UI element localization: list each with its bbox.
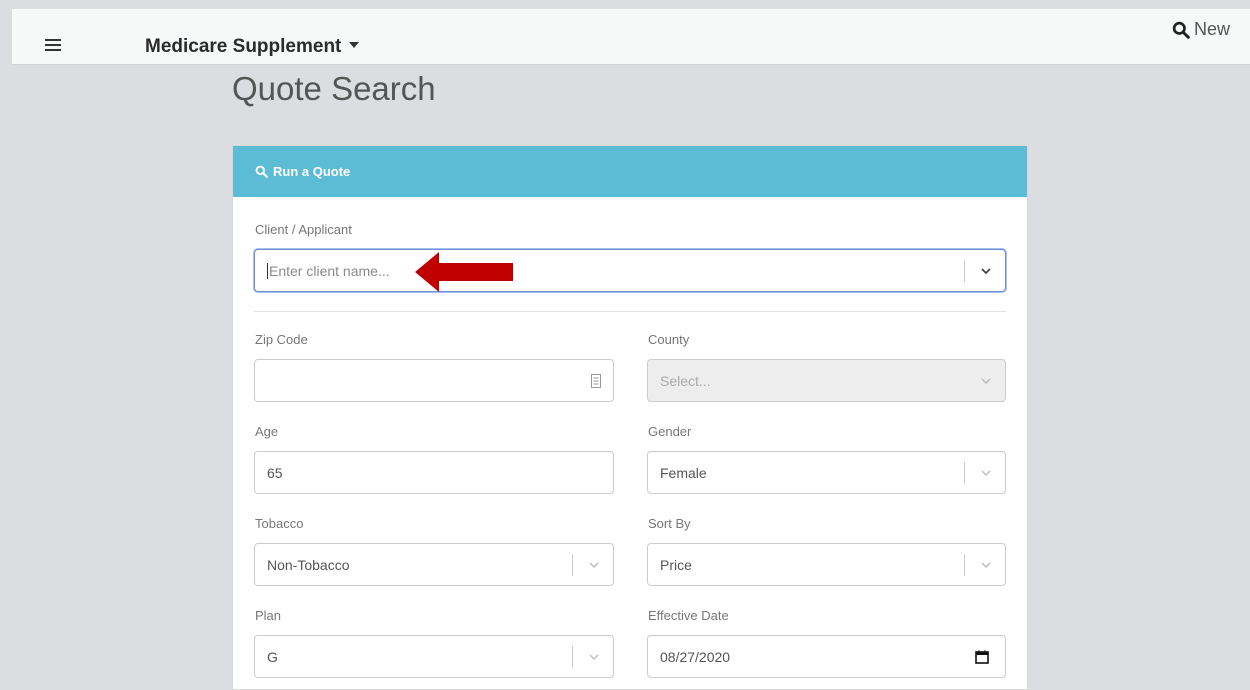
- top-navbar: Medicare Supplement New: [12, 9, 1250, 65]
- panel-header: Run a Quote: [233, 146, 1027, 197]
- search-icon: [255, 165, 268, 178]
- separator: [964, 462, 965, 484]
- divider: [254, 311, 1006, 312]
- tobacco-value: Non-Tobacco: [267, 556, 350, 573]
- app-title: Medicare Supplement: [145, 36, 342, 57]
- gender-label: Gender: [648, 424, 692, 439]
- age-label: Age: [255, 424, 279, 439]
- chevron-down-icon[interactable]: [979, 264, 993, 278]
- separator: [964, 260, 965, 282]
- zip-label: Zip Code: [255, 332, 308, 347]
- run-quote-panel: Run a Quote Client / Applicant Enter cli…: [232, 145, 1028, 690]
- separator: [572, 646, 573, 668]
- text-cursor: [267, 262, 268, 279]
- separator: [572, 554, 573, 576]
- new-search-button[interactable]: New: [1172, 19, 1230, 40]
- gender-select[interactable]: Female: [647, 451, 1006, 494]
- search-icon: [1172, 21, 1190, 39]
- county-select[interactable]: Select...: [647, 359, 1006, 402]
- plan-label: Plan: [255, 608, 282, 623]
- annotation-arrow-icon: [415, 252, 513, 292]
- app-switcher[interactable]: Medicare Supplement: [145, 36, 360, 58]
- panel-title: Run a Quote: [273, 164, 351, 179]
- county-placeholder: Select...: [660, 372, 711, 389]
- effective-date-value: 08/27/2020: [660, 648, 731, 665]
- client-label: Client / Applicant: [255, 222, 352, 237]
- age-input[interactable]: 65: [254, 451, 614, 494]
- contact-card-icon: [591, 374, 601, 388]
- new-label: New: [1193, 19, 1230, 39]
- calendar-icon[interactable]: [975, 650, 989, 664]
- plan-value: G: [267, 648, 278, 665]
- chevron-down-icon[interactable]: [979, 466, 993, 480]
- age-value: 65: [267, 464, 283, 481]
- plan-select[interactable]: G: [254, 635, 614, 678]
- tobacco-label: Tobacco: [255, 516, 304, 531]
- client-name-combobox[interactable]: Enter client name...: [254, 249, 1006, 292]
- client-placeholder: Enter client name...: [269, 262, 390, 279]
- sort-by-value: Price: [660, 556, 692, 573]
- caret-down-icon: [349, 42, 360, 48]
- sort-by-label: Sort By: [648, 516, 691, 531]
- effective-date-input[interactable]: 08/27/2020: [647, 635, 1006, 678]
- chevron-down-icon[interactable]: [587, 650, 601, 664]
- chevron-down-icon: [981, 378, 991, 384]
- gender-value: Female: [660, 464, 707, 481]
- tobacco-select[interactable]: Non-Tobacco: [254, 543, 614, 586]
- effective-date-label: Effective Date: [648, 608, 729, 623]
- chevron-down-icon[interactable]: [587, 558, 601, 572]
- separator: [964, 554, 965, 576]
- hamburger-icon[interactable]: [45, 39, 61, 51]
- county-label: County: [648, 332, 690, 347]
- sort-by-select[interactable]: Price: [647, 543, 1006, 586]
- zip-code-input[interactable]: [254, 359, 614, 402]
- page-title: Quote Search: [232, 70, 436, 107]
- chevron-down-icon[interactable]: [979, 558, 993, 572]
